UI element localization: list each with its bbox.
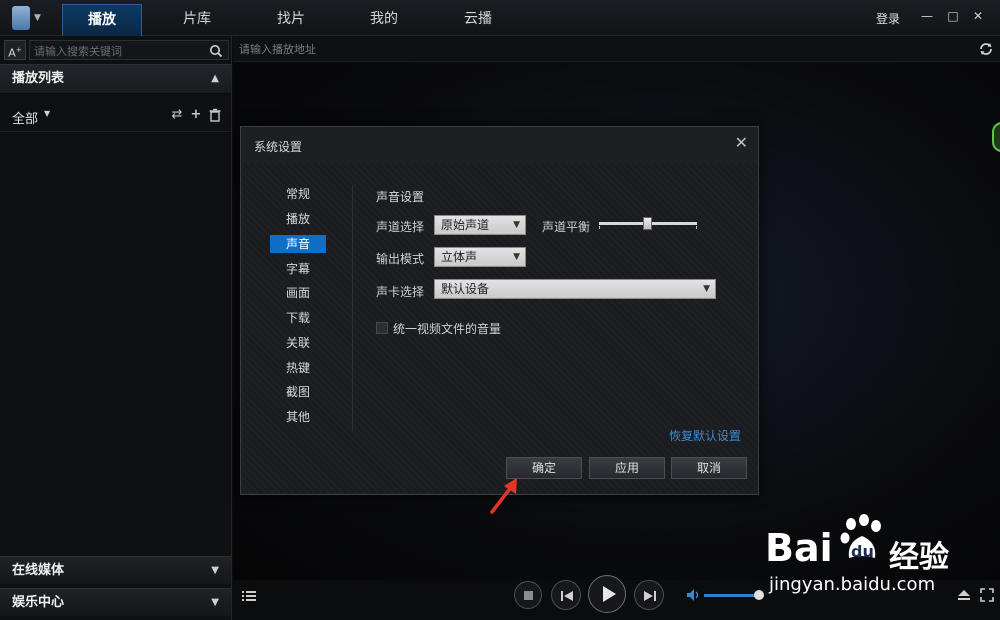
- app-logo-icon[interactable]: [12, 6, 30, 30]
- menu-item-hotkey[interactable]: 热键: [270, 359, 326, 377]
- search-box: [29, 40, 229, 60]
- tab-mine[interactable]: 我的: [344, 4, 424, 36]
- output-value: 立体声: [441, 250, 478, 264]
- dialog-title: 系统设置: [254, 140, 303, 154]
- trash-icon[interactable]: [208, 108, 222, 122]
- chevron-up-icon[interactable]: ▲: [211, 65, 219, 93]
- add-icon[interactable]: +: [189, 108, 203, 122]
- baidu-watermark: Bai du 经验 jingyan.baidu.com: [765, 512, 997, 602]
- menu-caret-icon[interactable]: ▼: [34, 13, 41, 23]
- channel-value: 原始声道: [441, 218, 490, 232]
- watermark-brand: Bai: [765, 526, 833, 570]
- balance-slider-handle[interactable]: [643, 217, 652, 230]
- volume-slider-track[interactable]: [704, 594, 760, 597]
- url-bar: [233, 36, 1000, 62]
- url-input[interactable]: [239, 41, 839, 57]
- floating-badge-icon[interactable]: [992, 122, 1000, 152]
- menu-item-playback[interactable]: 播放: [270, 210, 326, 228]
- slider-tick: [599, 226, 600, 229]
- menu-item-general[interactable]: 常规: [270, 185, 326, 203]
- dropdown-arrow-icon: ▼: [703, 284, 710, 294]
- volume-icon[interactable]: [687, 589, 701, 601]
- playlist-header[interactable]: 播放列表 ▲: [0, 64, 231, 94]
- tab-library[interactable]: 片库: [157, 4, 237, 36]
- next-button[interactable]: [634, 580, 664, 610]
- tab-play[interactable]: 播放: [62, 4, 142, 36]
- balance-label: 声道平衡: [542, 220, 591, 234]
- entertainment-header[interactable]: 娱乐中心 ▼: [0, 588, 231, 616]
- slider-tick: [696, 226, 697, 229]
- output-select[interactable]: 立体声 ▼: [434, 247, 526, 267]
- menu-item-download[interactable]: 下载: [270, 309, 326, 327]
- playlist-filter-row: 全部 ▼ ⇄ +: [0, 98, 231, 132]
- dropdown-arrow-icon: ▼: [513, 220, 520, 230]
- minimize-button[interactable]: —: [919, 8, 935, 24]
- chevron-down-icon[interactable]: ▼: [211, 589, 219, 617]
- annotation-arrow-icon: [490, 478, 517, 514]
- entertainment-title: 娱乐中心: [12, 595, 65, 610]
- previous-button[interactable]: [551, 580, 581, 610]
- play-icon: [603, 586, 616, 602]
- close-button[interactable]: ✕: [970, 8, 986, 24]
- menu-item-other[interactable]: 其他: [270, 408, 326, 426]
- caret-down-icon[interactable]: ▼: [44, 109, 50, 118]
- playlist-toggle-icon[interactable]: [242, 590, 256, 602]
- close-icon[interactable]: ✕: [735, 133, 748, 152]
- menu-item-association[interactable]: 关联: [270, 334, 326, 352]
- menu-item-screenshot[interactable]: 截图: [270, 383, 326, 401]
- search-input[interactable]: [34, 43, 204, 59]
- normalize-volume-checkbox[interactable]: [376, 322, 388, 334]
- settings-dialog: 系统设置 ✕ 常规 播放 声音 字幕 画面 下载 关联 热键 截图 其他 声音设…: [240, 126, 759, 495]
- menu-item-sound[interactable]: 声音: [270, 235, 326, 253]
- dropdown-arrow-icon: ▼: [513, 252, 520, 262]
- add-file-button[interactable]: A+: [4, 40, 26, 60]
- playlist-title: 播放列表: [12, 71, 65, 86]
- restore-defaults-link[interactable]: 恢复默认设置: [669, 427, 741, 444]
- watermark-url: jingyan.baidu.com: [769, 574, 936, 595]
- next-icon: [644, 591, 656, 601]
- tab-find[interactable]: 找片: [251, 4, 331, 36]
- login-button[interactable]: 登录: [876, 10, 900, 27]
- panel-title: 声音设置: [376, 190, 425, 204]
- menu-item-picture[interactable]: 画面: [270, 284, 326, 302]
- apply-button[interactable]: 应用: [589, 457, 665, 479]
- sidebar: A+ 播放列表 ▲ 全部 ▼ ⇄ +: [0, 36, 232, 620]
- online-media-header[interactable]: 在线媒体 ▼: [0, 556, 231, 584]
- normalize-volume-label[interactable]: 统一视频文件的音量: [393, 320, 501, 337]
- stop-button[interactable]: [514, 581, 542, 609]
- loop-icon[interactable]: ⇄: [170, 108, 184, 122]
- volume-slider-handle[interactable]: [754, 590, 765, 600]
- watermark-brand-suffix: du: [851, 542, 874, 561]
- tab-cloud[interactable]: 云播: [438, 4, 518, 36]
- channel-label: 声道选择: [376, 220, 425, 234]
- output-label: 输出模式: [376, 252, 425, 266]
- watermark-cn-text: 经验: [889, 540, 949, 575]
- cancel-button[interactable]: 取消: [671, 457, 747, 479]
- title-bar: ▼ 播放 片库 找片 我的 云播 登录 — □ ✕: [0, 0, 1000, 36]
- menu-item-subtitle[interactable]: 字幕: [270, 260, 326, 278]
- add-label: A: [8, 46, 16, 60]
- filter-dropdown[interactable]: 全部: [12, 108, 38, 127]
- soundcard-value: 默认设备: [441, 282, 490, 296]
- stop-icon: [524, 591, 533, 600]
- soundcard-select[interactable]: 默认设备 ▼: [434, 279, 716, 299]
- online-media-title: 在线媒体: [12, 563, 65, 578]
- search-icon[interactable]: [209, 44, 223, 58]
- soundcard-label: 声卡选择: [376, 285, 425, 299]
- refresh-icon[interactable]: [978, 41, 994, 57]
- chevron-down-icon[interactable]: ▼: [211, 557, 219, 585]
- dialog-body: 常规 播放 声音 字幕 画面 下载 关联 热键 截图 其他 声音设置 声道选择 …: [243, 163, 757, 493]
- previous-icon: [561, 591, 573, 601]
- play-button[interactable]: [588, 575, 626, 613]
- maximize-button[interactable]: □: [945, 8, 961, 24]
- channel-select[interactable]: 原始声道 ▼: [434, 215, 526, 235]
- menu-divider: [352, 185, 353, 431]
